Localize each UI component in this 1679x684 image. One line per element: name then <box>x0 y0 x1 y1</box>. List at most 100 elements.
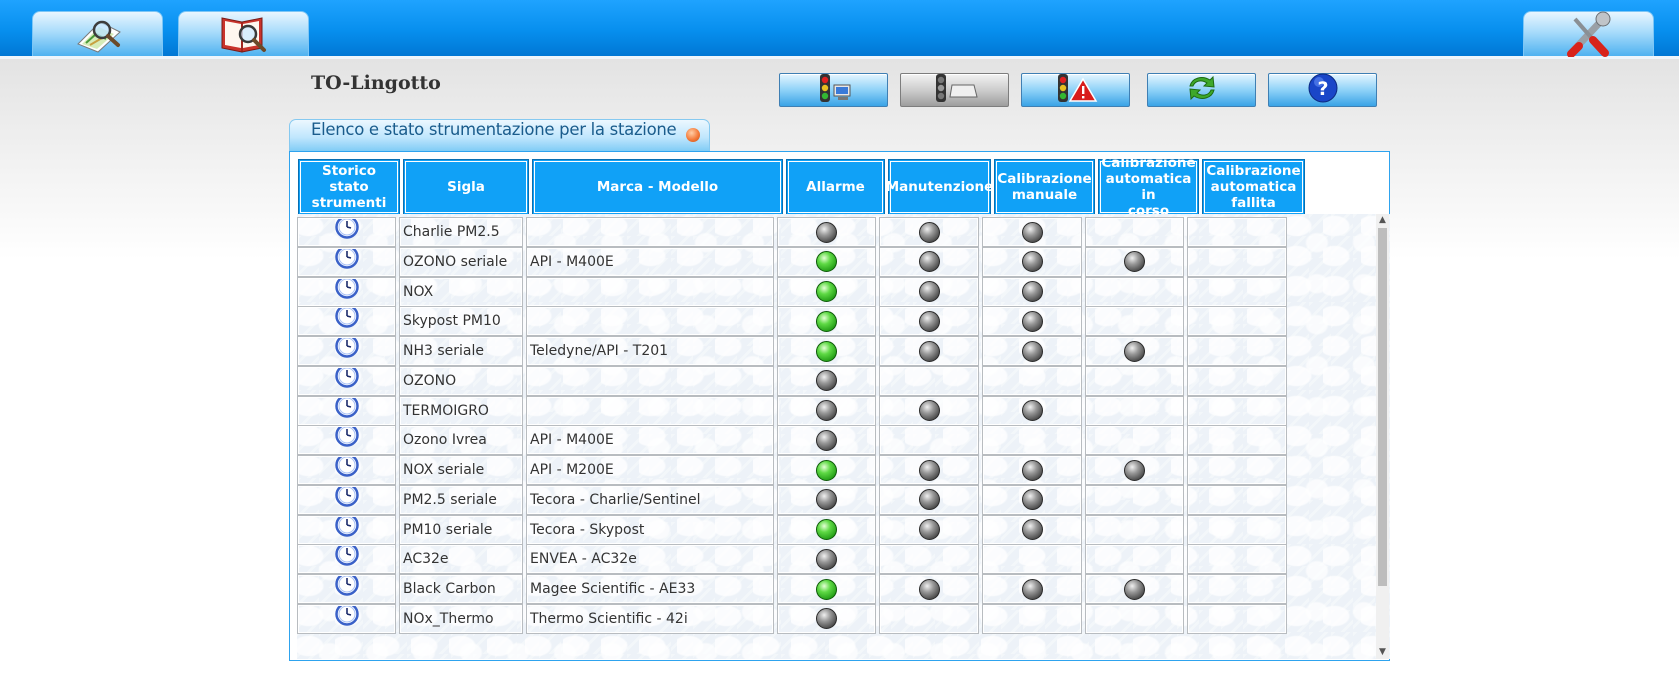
table-row: PM2.5 seriale Tecora - Charlie/Sentinel <box>297 484 1380 516</box>
clock-icon[interactable] <box>334 545 359 573</box>
clock-icon[interactable] <box>334 366 359 395</box>
cal-manuale-cell <box>982 336 1082 366</box>
allarme-cell <box>777 306 876 337</box>
modello-cell: Tecora - Skypost <box>526 514 774 545</box>
manutenzione-cell <box>879 395 979 426</box>
clock-icon[interactable] <box>334 277 359 306</box>
table-row: OZONO <box>297 365 1380 397</box>
svg-text:?: ? <box>1317 78 1328 100</box>
sigla-cell: PM10 seriale <box>399 514 523 545</box>
clock-icon[interactable] <box>334 456 359 484</box>
refresh-button[interactable] <box>1147 73 1256 107</box>
table-row: NOX <box>297 276 1380 308</box>
column-header-text: Calibrazione <box>1206 163 1301 179</box>
cal-auto-corso-cell <box>1085 425 1184 456</box>
gray-status-led-icon <box>918 310 940 332</box>
table-header: Storico stato strumenti Sigla Marca - Model… <box>298 155 1381 219</box>
gray-status-led-icon <box>1021 310 1043 332</box>
modello-cell <box>526 276 774 307</box>
cal-manuale-cell <box>982 246 1082 277</box>
gray-status-led-icon <box>918 519 940 540</box>
clock-icon[interactable] <box>334 604 359 633</box>
sigla-cell: NH3 seriale <box>399 336 523 366</box>
clock-icon[interactable] <box>334 396 359 425</box>
gray-status-led-icon <box>1124 578 1145 600</box>
allarme-cell <box>777 217 876 247</box>
allarme-cell <box>777 246 876 277</box>
traffic-light-device-button[interactable] <box>900 73 1009 107</box>
allarme-cell <box>777 425 876 456</box>
tools-tab[interactable] <box>1523 11 1654 57</box>
traffic-light-warning-button[interactable] <box>1021 73 1130 107</box>
sigla-cell: Ozono Ivrea <box>399 425 523 456</box>
gray-status-led-icon <box>918 400 940 421</box>
modello-cell: Magee Scientific - AE33 <box>526 574 774 604</box>
top-navigation-bar <box>0 0 1679 59</box>
table-row: Black Carbon Magee Scientific - AE33 <box>297 574 1380 605</box>
column-header-text: Allarme <box>806 179 865 195</box>
table-row: AC32e ENVEA - AC32e <box>297 544 1380 575</box>
clock-icon[interactable] <box>334 485 359 514</box>
cal-auto-fallita-cell <box>1187 276 1287 307</box>
history-cell <box>297 336 396 366</box>
vertical-scrollbar[interactable]: ▲ ▼ <box>1376 214 1389 659</box>
history-cell <box>297 544 396 575</box>
column-header-text: automatica in <box>1105 171 1192 203</box>
column-header: Calibrazione automatica in corso <box>1098 155 1199 219</box>
search-book-icon <box>218 12 270 56</box>
sigla-cell: NOx_Thermo <box>399 603 523 634</box>
traffic-light-computer-button[interactable] <box>779 73 888 107</box>
modello-cell <box>526 217 774 247</box>
allarme-cell <box>777 603 876 634</box>
scroll-down-arrow-icon[interactable]: ▼ <box>1376 646 1389 659</box>
clock-icon[interactable] <box>334 247 359 276</box>
instrument-panel: Storico stato strumenti Sigla Marca - Model… <box>289 151 1390 661</box>
cal-manuale-cell <box>982 514 1082 545</box>
clock-icon[interactable] <box>334 307 359 335</box>
cal-manuale-cell <box>982 425 1082 456</box>
cal-auto-fallita-cell <box>1187 395 1287 426</box>
column-header: Storico stato strumenti <box>298 159 400 215</box>
gray-status-led-icon <box>816 608 837 630</box>
sigla-cell: Charlie PM2.5 <box>399 217 523 247</box>
gray-status-led-icon <box>1021 281 1043 302</box>
cal-auto-corso-cell <box>1085 544 1184 575</box>
scroll-up-arrow-icon[interactable]: ▲ <box>1376 214 1389 227</box>
close-icon[interactable] <box>686 128 700 142</box>
modello-cell: Thermo Scientific - 42i <box>526 603 774 634</box>
column-header-text: Marca - Modello <box>596 179 719 195</box>
sigla-cell: OZONO seriale <box>399 246 523 277</box>
cal-auto-fallita-cell <box>1187 217 1287 247</box>
sigla-cell: OZONO <box>399 365 523 396</box>
cal-manuale-cell <box>982 544 1082 575</box>
manutenzione-cell <box>879 217 979 247</box>
allarme-cell <box>777 365 876 396</box>
gray-status-led-icon <box>816 429 837 451</box>
clock-icon[interactable] <box>334 218 359 246</box>
manutenzione-cell <box>879 603 979 634</box>
column-header: Calibrazione manuale <box>994 159 1095 215</box>
table-row: TERMOIGRO <box>297 395 1380 427</box>
manutenzione-cell <box>879 365 979 396</box>
column-header-text: manuale <box>1011 187 1078 203</box>
help-button[interactable]: ? <box>1268 73 1377 107</box>
cal-auto-fallita-cell <box>1187 514 1287 545</box>
search-map-icon <box>72 14 124 54</box>
cal-auto-corso-cell <box>1085 514 1184 545</box>
cal-auto-fallita-cell <box>1187 246 1287 277</box>
modello-cell: ENVEA - AC32e <box>526 544 774 575</box>
search-map-tab[interactable] <box>32 11 163 56</box>
column-header: Allarme <box>786 159 885 215</box>
gray-status-led-icon <box>1021 519 1043 540</box>
help-icon: ? <box>1307 72 1339 108</box>
gray-status-led-icon <box>918 251 940 273</box>
clock-icon[interactable] <box>334 575 359 603</box>
clock-icon[interactable] <box>334 337 359 365</box>
cal-auto-fallita-cell <box>1187 603 1287 634</box>
cal-manuale-cell <box>982 365 1082 396</box>
clock-icon[interactable] <box>334 515 359 544</box>
scroll-thumb[interactable] <box>1378 228 1387 586</box>
clock-icon[interactable] <box>334 426 359 454</box>
search-book-tab[interactable] <box>178 11 309 56</box>
panel-title: Elenco e stato strumentazione per la sta… <box>311 120 677 139</box>
